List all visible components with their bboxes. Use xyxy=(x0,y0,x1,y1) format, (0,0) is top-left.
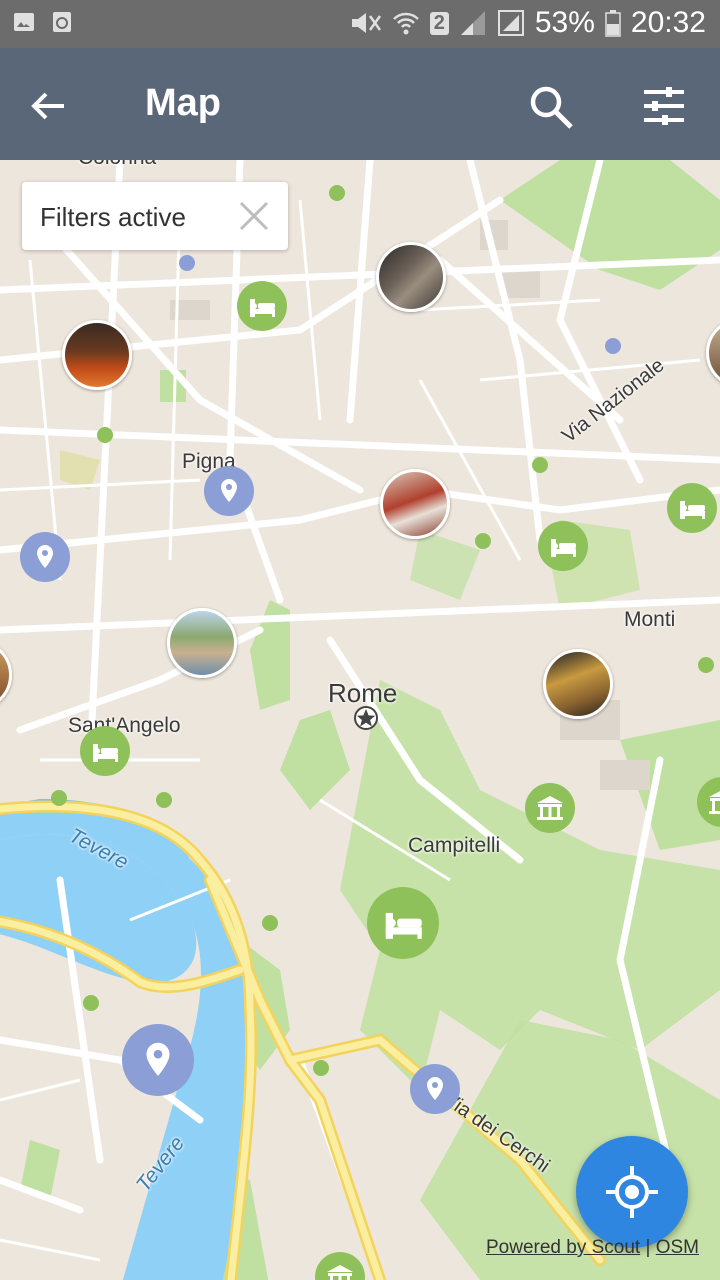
place-label-campitelli: Campitelli xyxy=(408,834,501,857)
arrow-back-icon[interactable] xyxy=(28,86,68,126)
battery-icon xyxy=(605,10,621,37)
hotel-pin[interactable] xyxy=(538,521,588,571)
signal-icon-2 xyxy=(497,10,524,36)
photo-pin-terrace[interactable] xyxy=(167,608,237,678)
location-pin-icon xyxy=(427,1077,443,1100)
battery-percent: 53% xyxy=(534,6,595,39)
photo-pin-restaurant[interactable] xyxy=(62,320,132,390)
hotel-pin-large[interactable] xyxy=(367,887,439,959)
location-pin-icon xyxy=(221,479,237,502)
bed-icon xyxy=(250,299,275,317)
place-label-colonna: Colonna xyxy=(78,160,156,170)
filters-active-label: Filters active xyxy=(40,202,186,232)
hotel-pin[interactable] xyxy=(667,483,717,533)
place-label-monti: Monti xyxy=(624,608,676,631)
photo-pin-hotel-room[interactable] xyxy=(380,469,450,539)
museum-icon xyxy=(709,791,720,814)
museum-pin[interactable] xyxy=(315,1252,365,1280)
poi-pin[interactable] xyxy=(410,1064,460,1114)
map-view[interactable]: Colonna Pigna Rome Sant'Angelo Campitell… xyxy=(0,160,720,1280)
poi-pin-large[interactable] xyxy=(122,1024,194,1096)
bed-icon xyxy=(551,539,576,557)
location-pin-icon xyxy=(146,1042,170,1076)
museum-icon xyxy=(327,1265,353,1280)
my-location-button[interactable] xyxy=(576,1136,688,1248)
bed-icon xyxy=(680,501,705,519)
poi-pin[interactable] xyxy=(20,532,70,582)
close-icon[interactable] xyxy=(238,200,270,232)
photo-pin-interior[interactable] xyxy=(376,242,446,312)
filters-active-chip[interactable]: Filters active xyxy=(22,182,288,250)
status-bar: 2 53% 20:32 xyxy=(0,0,720,48)
poi-pin[interactable] xyxy=(204,466,254,516)
signal-icon xyxy=(460,11,485,35)
crosshair-icon xyxy=(606,1166,658,1218)
app-bar: Map xyxy=(0,48,720,160)
location-pin-icon xyxy=(37,545,53,568)
bed-icon xyxy=(93,744,118,762)
map-attribution: Powered by Scout | OSM xyxy=(486,1237,699,1259)
hotel-pin[interactable] xyxy=(80,726,130,776)
sim-slot-badge: 2 xyxy=(429,11,449,35)
tune-icon[interactable] xyxy=(642,84,686,128)
place-label-rome: Rome xyxy=(328,678,398,708)
osm-link[interactable]: OSM xyxy=(656,1237,699,1258)
wifi-icon xyxy=(392,12,419,35)
museum-pin[interactable] xyxy=(525,783,575,833)
clock: 20:32 xyxy=(630,6,706,39)
bed-icon xyxy=(385,912,422,939)
hotel-pin[interactable] xyxy=(237,281,287,331)
powered-by-scout-link[interactable]: Powered by Scout xyxy=(486,1237,640,1258)
image-notification-icon xyxy=(14,13,34,31)
museum-icon xyxy=(537,796,563,820)
museum-pin[interactable] xyxy=(697,777,720,827)
photo-pin-building[interactable] xyxy=(543,649,613,719)
recycle-notification-icon xyxy=(53,12,71,32)
mute-icon xyxy=(351,13,381,33)
page-title: Map xyxy=(145,82,221,124)
search-icon[interactable] xyxy=(528,84,574,130)
attribution-separator: | xyxy=(640,1237,656,1258)
